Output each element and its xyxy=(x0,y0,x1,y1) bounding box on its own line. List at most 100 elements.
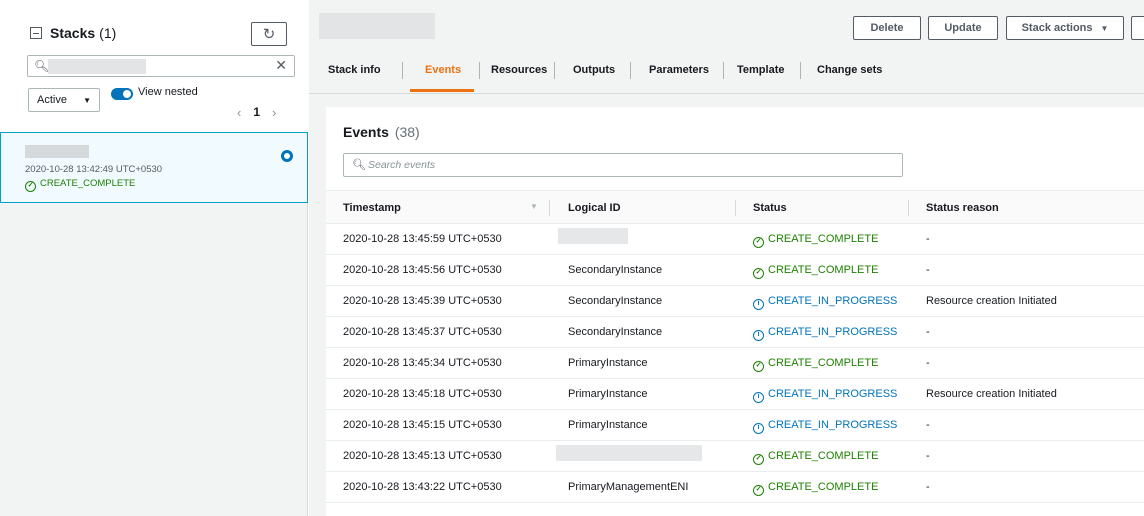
events-search-input[interactable]: 🔍︎ Search events xyxy=(343,153,903,177)
column-header-timestamp[interactable]: Timestamp xyxy=(343,202,401,214)
stack-list-item[interactable]: 2020-10-28 13:42:49 UTC+0530 ✓ CREATE_COM… xyxy=(0,132,308,203)
caret-down-icon: ▼ xyxy=(83,96,91,105)
events-count: (38) xyxy=(394,124,420,140)
check-circle-icon: ✓ xyxy=(753,485,764,496)
redacted-search-value xyxy=(48,59,146,74)
stack-status-text: CREATE_COMPLETE xyxy=(40,178,136,189)
column-header-logical-id[interactable]: Logical ID xyxy=(568,202,621,214)
event-logical-id: PrimaryInstance xyxy=(568,357,648,369)
tab-divider xyxy=(630,62,631,79)
event-status-text: CREATE_IN_PROGRESS xyxy=(768,419,898,431)
column-divider[interactable] xyxy=(549,200,550,216)
redacted-stack-title xyxy=(319,13,435,39)
stacks-panel: Stacks (1) ↻ 🔍︎ ✕ Active ▼ View nested ‹… xyxy=(0,0,308,516)
event-status-reason: - xyxy=(926,481,930,493)
events-container: Events (38) 🔍︎ Search events Timestamp ▼… xyxy=(326,107,1144,516)
event-status-reason: Resource creation Initiated xyxy=(926,388,1057,400)
tab-outputs[interactable]: Outputs xyxy=(573,64,615,76)
event-timestamp: 2020-10-28 13:45:59 UTC+0530 xyxy=(343,233,502,245)
event-status: ✓ CREATE_COMPLETE xyxy=(753,264,878,279)
check-circle-icon: ✓ xyxy=(753,268,764,279)
event-status-text: CREATE_IN_PROGRESS xyxy=(768,295,898,307)
caret-down-icon: ▼ xyxy=(1100,23,1109,33)
column-divider[interactable] xyxy=(908,200,909,216)
collapse-icon[interactable] xyxy=(30,27,42,39)
event-status: ✓ CREATE_COMPLETE xyxy=(753,357,878,372)
event-status-text: CREATE_COMPLETE xyxy=(768,233,879,245)
refresh-icon: ↻ xyxy=(262,26,276,43)
check-circle-icon: ✓ xyxy=(753,237,764,248)
event-status-text: CREATE_COMPLETE xyxy=(768,450,879,462)
redacted-logical-id xyxy=(556,445,702,461)
stack-actions-label: Stack actions xyxy=(1021,22,1093,34)
table-row: 2020-10-28 13:45:59 UTC+0530 ✓ CREATE_COMP… xyxy=(326,224,1144,255)
table-row: 2020-10-28 13:45:34 UTC+0530 PrimaryInsta… xyxy=(326,348,1144,379)
event-status-text: CREATE_COMPLETE xyxy=(768,357,879,369)
stacks-panel-header: Stacks (1) ↻ 🔍︎ ✕ Active ▼ View nested ‹… xyxy=(0,0,308,203)
stack-detail-panel: Delete Update Stack actions ▼ Stack info… xyxy=(309,0,1144,516)
info-circle-icon: i xyxy=(753,423,764,434)
tab-divider xyxy=(479,62,480,79)
tab-stack-info[interactable]: Stack info xyxy=(328,64,381,76)
event-status: i CREATE_IN_PROGRESS xyxy=(753,295,897,310)
table-row: 2020-10-28 13:45:56 UTC+0530 SecondaryIns… xyxy=(326,255,1144,286)
table-row: 2020-10-28 13:45:13 UTC+0530 ✓ CREATE_COMP… xyxy=(326,441,1144,472)
table-row: 2020-10-28 13:45:15 UTC+0530 PrimaryInsta… xyxy=(326,410,1144,441)
column-divider[interactable] xyxy=(735,200,736,216)
active-tab-indicator xyxy=(410,89,474,92)
delete-button[interactable]: Delete xyxy=(853,16,921,40)
search-icon: 🔍︎ xyxy=(352,159,366,171)
stack-actions-button[interactable]: Stack actions ▼ xyxy=(1006,16,1124,40)
page-number[interactable]: 1 xyxy=(253,105,260,120)
events-table-header: Timestamp ▼ Logical ID Status Status rea… xyxy=(326,190,1144,224)
refresh-button[interactable]: ↻ xyxy=(251,22,287,46)
event-timestamp: 2020-10-28 13:45:13 UTC+0530 xyxy=(343,450,502,462)
redacted-stack-name xyxy=(25,145,89,158)
event-status-reason: - xyxy=(926,450,930,462)
tab-template[interactable]: Template xyxy=(737,64,784,76)
event-timestamp: 2020-10-28 13:45:15 UTC+0530 xyxy=(343,419,502,431)
check-circle-icon: ✓ xyxy=(25,181,36,192)
event-status-reason: Resource creation Initiated xyxy=(926,295,1057,307)
status-filter-select[interactable]: Active ▼ xyxy=(28,88,100,112)
event-timestamp: 2020-10-28 13:45:18 UTC+0530 xyxy=(343,388,502,400)
column-header-status[interactable]: Status xyxy=(753,202,787,214)
search-icon: 🔍︎ xyxy=(34,59,50,73)
stacks-title-label: Stacks xyxy=(50,25,96,41)
stack-created-date: 2020-10-28 13:42:49 UTC+0530 xyxy=(25,164,163,175)
tab-parameters[interactable]: Parameters xyxy=(649,64,709,76)
table-row: 2020-10-28 13:45:37 UTC+0530 SecondaryIns… xyxy=(326,317,1144,348)
sort-descending-icon[interactable]: ▼ xyxy=(530,202,538,211)
tab-events[interactable]: Events xyxy=(425,64,461,76)
stack-radio-selected[interactable] xyxy=(281,150,293,162)
chevron-right-icon[interactable]: › xyxy=(272,105,276,120)
event-timestamp: 2020-10-28 13:43:22 UTC+0530 xyxy=(343,481,502,493)
event-status-reason: - xyxy=(926,326,930,338)
events-heading: Events (38) xyxy=(343,124,420,140)
update-button[interactable]: Update xyxy=(928,16,998,40)
view-nested-toggle[interactable] xyxy=(111,88,133,100)
info-circle-icon: i xyxy=(753,392,764,403)
table-row: 2020-10-28 13:45:18 UTC+0530 PrimaryInsta… xyxy=(326,379,1144,410)
event-status-reason: - xyxy=(926,264,930,276)
check-circle-icon: ✓ xyxy=(753,361,764,372)
event-timestamp: 2020-10-28 13:45:34 UTC+0530 xyxy=(343,357,502,369)
event-status: ✓ CREATE_COMPLETE xyxy=(753,481,878,496)
event-status: ✓ CREATE_COMPLETE xyxy=(753,450,878,465)
event-status: i CREATE_IN_PROGRESS xyxy=(753,419,897,434)
clear-icon[interactable]: ✕ xyxy=(275,57,287,74)
chevron-left-icon[interactable]: ‹ xyxy=(237,105,241,120)
tab-divider xyxy=(554,62,555,79)
event-timestamp: 2020-10-28 13:45:37 UTC+0530 xyxy=(343,326,502,338)
more-button[interactable] xyxy=(1131,16,1144,40)
info-circle-icon: i xyxy=(753,299,764,310)
tab-divider xyxy=(402,62,403,79)
column-header-status-reason[interactable]: Status reason xyxy=(926,202,999,214)
tab-change-sets[interactable]: Change sets xyxy=(817,64,882,76)
info-circle-icon: i xyxy=(753,330,764,341)
tab-resources[interactable]: Resources xyxy=(491,64,547,76)
event-status-text: CREATE_COMPLETE xyxy=(768,481,879,493)
event-timestamp: 2020-10-28 13:45:39 UTC+0530 xyxy=(343,295,502,307)
stacks-title: Stacks (1) xyxy=(30,25,116,41)
stack-search-input[interactable]: 🔍︎ ✕ xyxy=(27,55,295,77)
